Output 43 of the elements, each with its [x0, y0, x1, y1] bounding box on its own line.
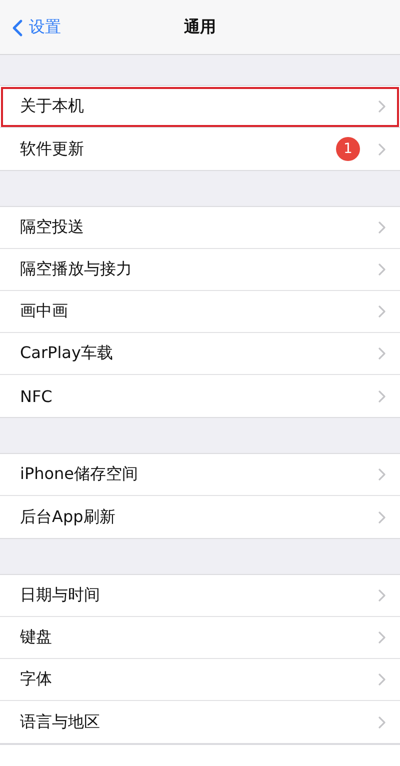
chevron-right-icon — [378, 390, 386, 402]
notification-badge: 1 — [336, 137, 360, 161]
chevron-right-icon — [378, 305, 386, 318]
chevron-right-icon — [378, 221, 386, 234]
row-label: CarPlay车载 — [20, 343, 114, 364]
settings-row[interactable]: 字体 — [0, 659, 400, 701]
row-label: 字体 — [20, 669, 53, 690]
row-label: iPhone储存空间 — [20, 464, 140, 485]
settings-row[interactable]: 隔空播放与接力 — [0, 249, 400, 291]
settings-row[interactable]: 后台App刷新 — [0, 496, 400, 538]
settings-row[interactable]: CarPlay车载 — [0, 333, 400, 375]
chevron-right-icon — [378, 589, 386, 602]
settings-row[interactable]: 日期与时间 — [0, 575, 400, 617]
chevron-right-icon — [378, 716, 386, 728]
row-label: 日期与时间 — [20, 585, 101, 606]
settings-row[interactable]: iPhone储存空间 — [0, 454, 400, 496]
row-label: 关于本机 — [20, 96, 85, 117]
chevron-right-icon — [378, 631, 386, 644]
settings-row[interactable]: 键盘 — [0, 617, 400, 659]
row-label: NFC — [20, 386, 54, 406]
chevron-right-icon — [378, 100, 386, 113]
chevron-right-icon — [378, 347, 386, 360]
back-chevron-icon — [12, 18, 23, 36]
row-label: 软件更新 — [20, 138, 85, 160]
row-label: 隔空播放与接力 — [20, 259, 133, 280]
row-label: 语言与地区 — [20, 712, 101, 732]
settings-row[interactable]: 语言与地区 — [0, 701, 400, 743]
chevron-right-icon — [378, 468, 386, 481]
row-label: 隔空投送 — [20, 217, 85, 238]
settings-row[interactable]: NFC — [0, 375, 400, 417]
row-label: 后台App刷新 — [20, 506, 116, 528]
settings-row[interactable]: 软件更新 1 — [0, 128, 400, 170]
settings-row[interactable]: 关于本机 — [0, 86, 400, 128]
page-title: 通用 — [184, 16, 216, 38]
row-label: 画中画 — [20, 301, 69, 322]
row-label: 键盘 — [20, 627, 53, 648]
chevron-right-icon — [378, 510, 386, 524]
settings-row[interactable]: 画中画 — [0, 291, 400, 333]
chevron-right-icon — [378, 673, 386, 686]
chevron-right-icon — [378, 142, 386, 156]
settings-row[interactable]: 隔空投送 — [0, 207, 400, 249]
back-button[interactable]: 设置 — [10, 15, 63, 40]
chevron-right-icon — [378, 263, 386, 276]
